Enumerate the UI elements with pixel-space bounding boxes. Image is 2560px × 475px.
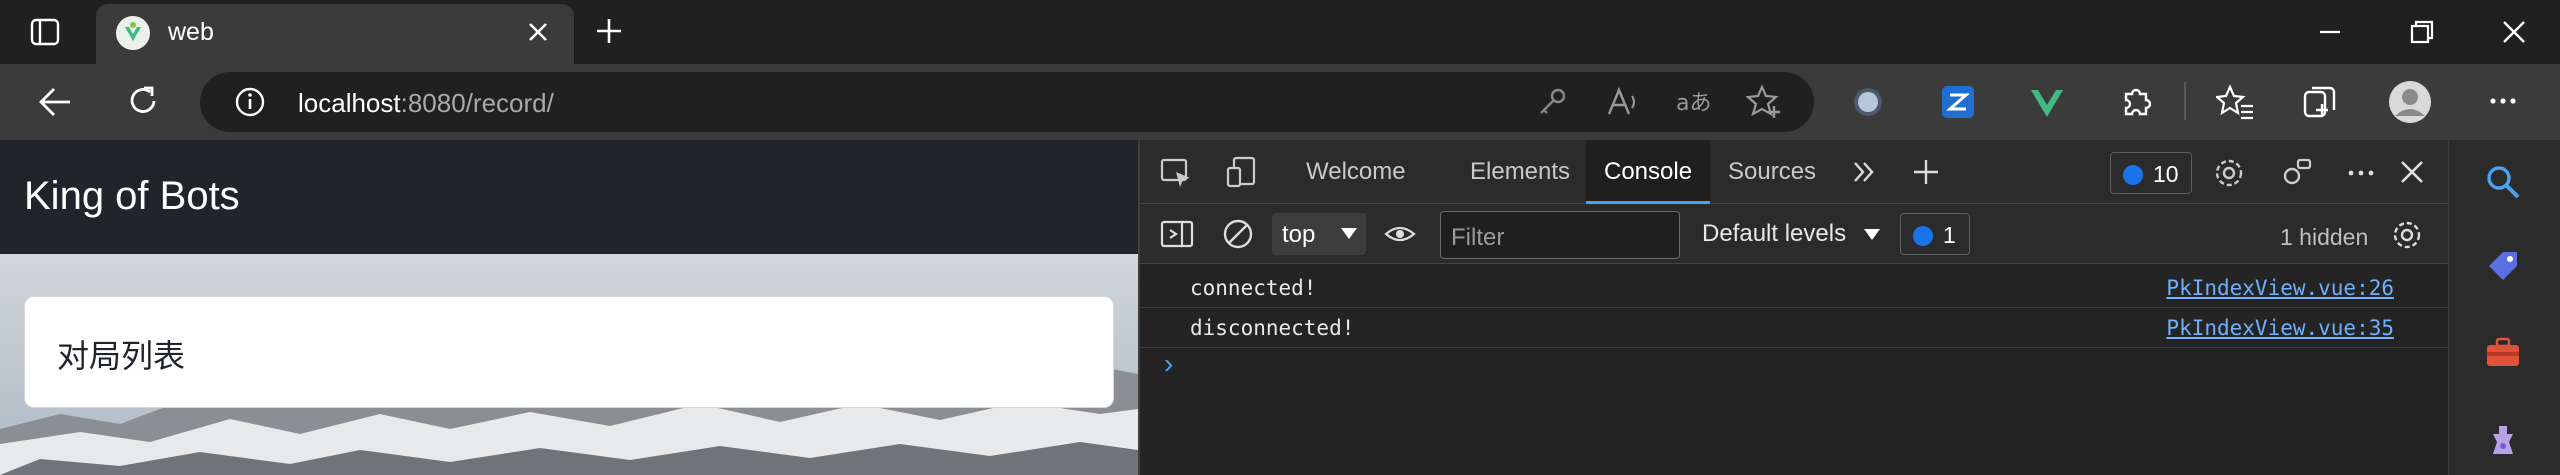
console-message-text: connected!: [1190, 276, 1317, 300]
more-tabs-icon[interactable]: [1852, 160, 1876, 184]
games-icon[interactable]: [2485, 420, 2521, 456]
tag-icon[interactable]: [2485, 248, 2521, 284]
new-tab-icon[interactable]: [594, 16, 624, 46]
browser-tab[interactable]: web: [96, 4, 574, 64]
context-value: top: [1282, 221, 1316, 248]
messages-badge[interactable]: 1: [1900, 213, 1970, 255]
chevron-down-icon: [1863, 228, 1880, 240]
navbar-brand[interactable]: King of Bots: [24, 174, 240, 219]
url-host: localhost: [298, 88, 401, 118]
tab-elements[interactable]: Elements: [1452, 140, 1588, 204]
log-levels-dropdown[interactable]: Default levels: [1702, 220, 1881, 248]
vue-devtools-icon[interactable]: [2030, 88, 2064, 118]
filter-input[interactable]: Filter: [1440, 211, 1680, 259]
toolbox-icon[interactable]: [2485, 336, 2521, 368]
filter-placeholder: Filter: [1451, 224, 1505, 251]
devtools-tab-bar: Welcome Elements Console Sources 10: [1140, 140, 2450, 204]
extensions-icon[interactable]: [2118, 84, 2154, 120]
navbar: King of Bots: [0, 140, 1138, 254]
key-icon[interactable]: [1536, 86, 1568, 118]
settings-icon[interactable]: [2212, 156, 2246, 190]
issues-icon: [2123, 165, 2143, 185]
context-selector[interactable]: top: [1272, 213, 1366, 255]
tab-welcome[interactable]: Welcome: [1288, 140, 1424, 204]
read-aloud-icon[interactable]: [1606, 86, 1640, 118]
card-title: 对局列表: [57, 338, 186, 374]
svg-text:aあ: aあ: [1676, 91, 1711, 116]
console-message: disconnected! PkIndexView.vue:35: [1140, 308, 2450, 348]
messages-icon: [1913, 226, 1933, 246]
vue-favicon-icon: [116, 16, 150, 50]
console-settings-icon[interactable]: [2390, 218, 2424, 252]
console-message-source[interactable]: PkIndexView.vue:35: [2166, 316, 2394, 340]
devtools-panel: Welcome Elements Console Sources 10 top …: [1138, 140, 2450, 475]
url-text[interactable]: localhost:8080/record/: [298, 88, 554, 119]
device-emulation-icon[interactable]: [1226, 156, 1258, 188]
minimize-icon[interactable]: [2316, 18, 2344, 46]
clear-console-icon[interactable]: [1222, 218, 1254, 250]
messages-count: 1: [1943, 222, 1956, 248]
collections-icon[interactable]: [2302, 84, 2338, 120]
address-bar[interactable]: localhost:8080/record/ aあ: [200, 72, 1814, 132]
customize-icon[interactable]: [2280, 156, 2314, 190]
record-list-card: 对局列表: [24, 296, 1114, 408]
log-levels-label: Default levels: [1702, 220, 1847, 247]
sidebar-toggle-icon[interactable]: [1160, 220, 1194, 248]
tab-console[interactable]: Console: [1586, 140, 1711, 204]
title-bar: web: [0, 0, 2560, 64]
refresh-icon[interactable]: [126, 84, 160, 118]
console-prompt[interactable]: ›: [1164, 348, 1173, 380]
toolbar-divider: [2184, 82, 2186, 120]
issues-badge[interactable]: 10: [2110, 152, 2192, 194]
hidden-count: 1 hidden: [2280, 224, 2369, 250]
translate-icon[interactable]: aあ: [1676, 86, 1712, 118]
tab-sources[interactable]: Sources: [1710, 140, 1834, 204]
zotero-extension-icon[interactable]: [1942, 86, 1974, 118]
profile-icon[interactable]: [2388, 80, 2432, 124]
live-expression-icon[interactable]: [1384, 222, 1416, 246]
add-favorite-icon[interactable]: [1746, 84, 1782, 120]
address-bar-row: localhost:8080/record/ aあ: [0, 64, 2560, 140]
add-tab-icon[interactable]: [1912, 158, 1940, 186]
restore-icon[interactable]: [2408, 18, 2436, 46]
devtools-more-icon[interactable]: [2346, 158, 2376, 188]
prompt-chevron-icon: ›: [1164, 348, 1174, 379]
tab-title: web: [168, 18, 214, 46]
search-icon[interactable]: [2485, 164, 2521, 200]
inspect-element-icon[interactable]: [1160, 158, 1192, 188]
info-icon[interactable]: [234, 86, 266, 118]
web-page: King of Bots 对局列表: [0, 140, 1138, 475]
console-message-text: disconnected!: [1190, 316, 1355, 340]
tab-actions-icon[interactable]: [30, 18, 60, 46]
edge-sidebar: [2448, 140, 2560, 475]
chevron-down-icon: [1341, 228, 1357, 239]
console-message-source[interactable]: PkIndexView.vue:26: [2166, 276, 2394, 300]
back-icon[interactable]: [38, 86, 72, 118]
extension-icon[interactable]: [1852, 86, 1884, 118]
console-message: connected! PkIndexView.vue:26: [1140, 268, 2450, 308]
console-toolbar: top Filter Default levels 1 1 hidden: [1140, 204, 2450, 264]
close-devtools-icon[interactable]: [2398, 158, 2426, 186]
favorites-icon[interactable]: [2216, 84, 2254, 120]
more-icon[interactable]: [2488, 86, 2518, 116]
url-path: :8080/record/: [400, 88, 554, 118]
close-tab-icon[interactable]: [524, 18, 552, 46]
close-window-icon[interactable]: [2500, 18, 2528, 46]
issues-count: 10: [2153, 161, 2179, 187]
